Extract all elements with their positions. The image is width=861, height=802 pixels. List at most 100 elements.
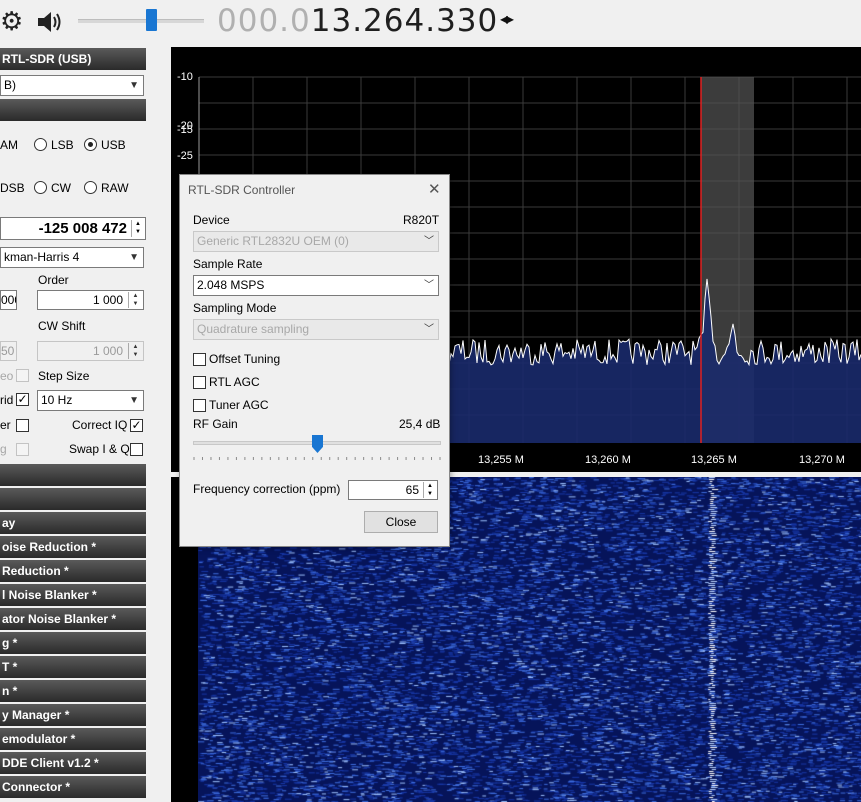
spinner-icon[interactable]: ▲ ▼ — [131, 220, 144, 237]
rf-gain-value: 25,4 dB — [399, 417, 441, 431]
device-combo[interactable]: Generic RTL2832U OEM (0) ﹀ — [193, 231, 439, 252]
plugin-header[interactable]: Connector * — [0, 776, 146, 798]
freq-correction-label: Frequency correction (ppm) — [193, 482, 341, 496]
chevron-down-icon: ▼ — [129, 252, 139, 263]
chevron-down-icon: ▼ — [129, 395, 139, 406]
close-icon[interactable]: ✕ — [428, 180, 441, 198]
left-panel: RTL-SDR (USB) B) ▼ AM LSB USB DSB CW RAW … — [0, 44, 147, 802]
y-tick-label: -20 — [177, 120, 193, 132]
frequency-leading-digits: 000.0 — [217, 3, 311, 39]
radio-raw[interactable] — [84, 181, 97, 194]
mode-raw[interactable]: RAW — [84, 180, 129, 196]
sample-rate-label: Sample Rate — [193, 257, 263, 271]
snap-checkbox[interactable]: ✓ — [16, 393, 29, 406]
gear-icon[interactable]: ⚙ — [0, 6, 26, 36]
rtl-agc-label: RTL AGC — [209, 375, 260, 389]
volume-slider-thumb[interactable] — [146, 9, 158, 31]
shift-frequency-value: -125 008 472 — [38, 220, 127, 237]
mode-am-label: AM — [0, 138, 18, 152]
rtl-agc-checkbox[interactable] — [193, 376, 206, 389]
plugin-header[interactable]: g * — [0, 632, 146, 654]
spinner-icon[interactable]: ▲ ▼ — [128, 292, 142, 308]
mode-cw[interactable]: CW — [34, 180, 71, 196]
swap-iq-checkbox[interactable] — [130, 443, 143, 456]
bandwidth-field[interactable]: 000 — [0, 290, 17, 310]
sampling-mode-label: Sampling Mode — [193, 301, 277, 315]
squelch-field[interactable]: 50 — [0, 341, 17, 361]
filter-checkbox[interactable] — [16, 419, 29, 432]
device-value: Generic RTL2832U OEM (0) — [197, 234, 349, 248]
window-combo-value: kman-Harris 4 — [4, 250, 80, 264]
snap-label: rid — [0, 393, 14, 407]
volume-slider[interactable] — [78, 19, 204, 23]
mode-dsb-label: DSB — [0, 181, 25, 195]
mode-lsb[interactable]: LSB — [34, 137, 74, 153]
cw-shift-value: 1 000 — [92, 344, 123, 358]
chevron-down-icon: ﹀ — [424, 236, 434, 247]
plugin-header[interactable] — [0, 488, 146, 510]
x-tick-label: 13,260 M — [585, 454, 631, 466]
plugin-header[interactable] — [0, 464, 146, 486]
tuner-agc-checkbox[interactable] — [193, 399, 206, 412]
order-label: Order — [38, 273, 69, 287]
spinner-icon[interactable]: ▲ ▼ — [423, 482, 436, 498]
x-tick-label: 13,265 M — [691, 454, 737, 466]
agc-checkbox[interactable] — [16, 443, 29, 456]
order-field[interactable]: 1 000 ▲ ▼ — [37, 290, 144, 310]
sampling-mode-combo[interactable]: Quadrature sampling ﹀ — [193, 319, 439, 340]
window-combo[interactable]: kman-Harris 4 ▼ — [0, 247, 144, 268]
toolbar: ⚙ 000.013.264.330 ◂▸ — [0, 0, 861, 44]
plugin-header[interactable]: oise Reduction * — [0, 536, 146, 558]
cw-shift-field[interactable]: 1 000 ▲ ▼ — [37, 341, 144, 361]
speaker-icon[interactable] — [36, 9, 64, 35]
y-tick-label: -10 — [177, 71, 193, 83]
plugin-header[interactable]: ator Noise Blanker * — [0, 608, 146, 630]
correct-iq-label: Correct IQ — [72, 418, 128, 432]
radio-lsb[interactable] — [34, 138, 47, 151]
spinner-icon[interactable]: ▲ ▼ — [128, 343, 142, 359]
close-button[interactable]: Close — [364, 511, 438, 533]
filter-label: er — [0, 418, 11, 432]
rf-gain-slider-thumb[interactable] — [312, 435, 323, 453]
plugin-header[interactable]: DDE Client v1.2 * — [0, 752, 146, 774]
radio-cw[interactable] — [34, 181, 47, 194]
chevron-down-icon: ﹀ — [424, 324, 434, 335]
sampling-mode-value: Quadrature sampling — [197, 322, 310, 336]
stereo-label: eo — [0, 369, 14, 383]
plugin-header[interactable]: emodulator * — [0, 728, 146, 750]
correct-iq-checkbox[interactable]: ✓ — [130, 419, 143, 432]
x-tick-label: 13,255 M — [478, 454, 524, 466]
radio-header[interactable] — [0, 99, 146, 121]
chevron-down-icon: ﹀ — [424, 280, 434, 291]
freq-correction-field[interactable]: 65 ▲ ▼ — [348, 480, 438, 500]
mode-dsb[interactable]: DSB — [0, 180, 25, 196]
offset-tuning-checkbox[interactable] — [193, 353, 206, 366]
plugin-header[interactable]: ay — [0, 512, 146, 534]
step-size-value: 10 Hz — [41, 393, 73, 407]
frequency-display[interactable]: 000.013.264.330 — [217, 2, 498, 40]
plugin-header[interactable]: l Noise Blanker * — [0, 584, 146, 606]
step-size-combo[interactable]: 10 Hz ▼ — [37, 390, 144, 411]
source-combo[interactable]: B) ▼ — [0, 75, 144, 96]
dialog-title: RTL-SDR Controller — [188, 183, 296, 197]
stereo-checkbox[interactable] — [16, 369, 29, 382]
squelch-value: 50 — [1, 344, 15, 358]
sample-rate-combo[interactable]: 2.048 MSPS ﹀ — [193, 275, 439, 296]
tuning-arrows-icon[interactable]: ◂▸ — [500, 9, 514, 29]
radio-usb[interactable] — [84, 138, 97, 151]
swap-iq-label: Swap I & Q — [69, 442, 130, 456]
plugin-header[interactable]: y Manager * — [0, 704, 146, 726]
frequency-digits: 13.264.330 — [310, 3, 499, 39]
mode-am[interactable]: AM — [0, 137, 18, 153]
rf-gain-label: RF Gain — [193, 417, 238, 431]
source-combo-value: B) — [4, 78, 16, 92]
rf-gain-ticks — [193, 457, 441, 460]
y-tick-label: -25 — [177, 150, 193, 162]
plugin-header[interactable]: n * — [0, 680, 146, 702]
plugin-header[interactable]: T * — [0, 656, 146, 678]
shift-frequency-field[interactable]: -125 008 472 ▲ ▼ — [0, 217, 146, 240]
agc-label: g — [0, 442, 7, 456]
mode-usb[interactable]: USB — [84, 137, 126, 153]
source-header[interactable]: RTL-SDR (USB) — [0, 48, 146, 70]
plugin-header[interactable]: Reduction * — [0, 560, 146, 582]
